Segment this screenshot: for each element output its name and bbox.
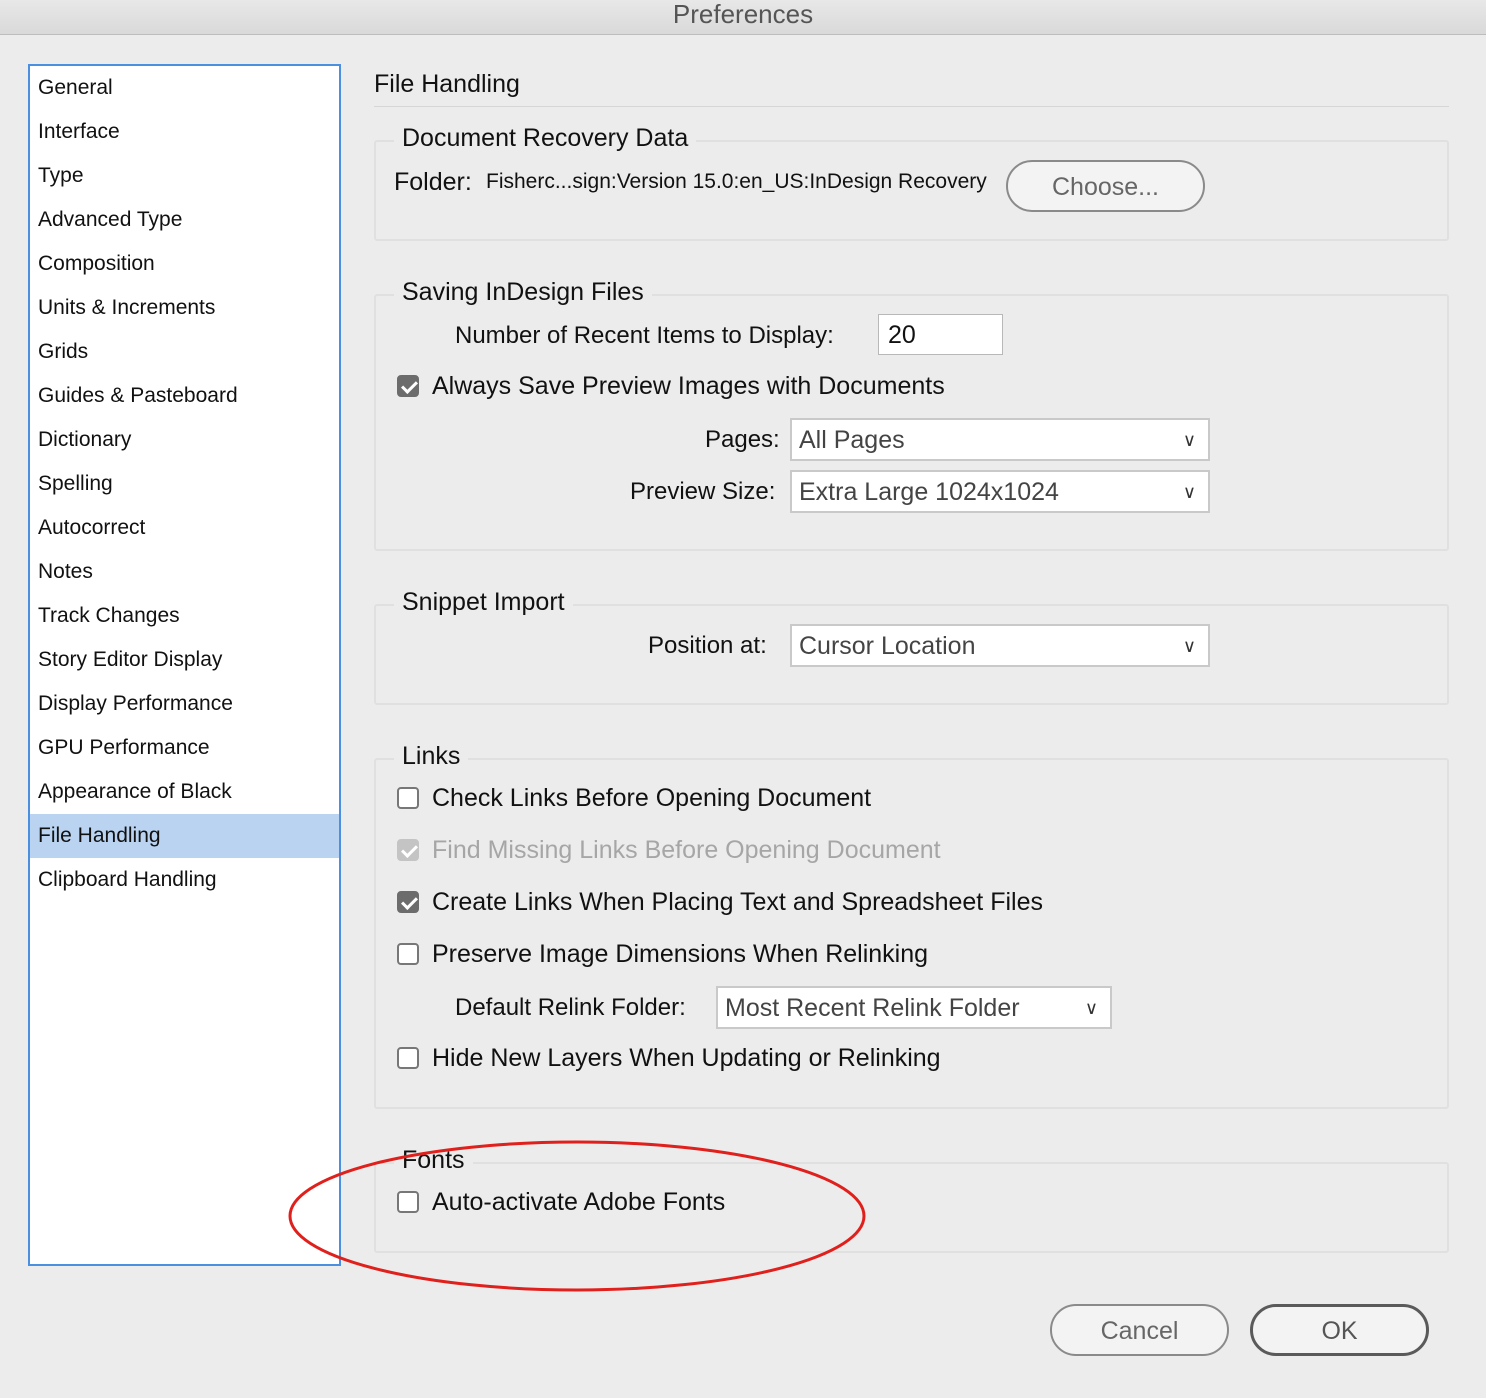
sidebar-item[interactable]: Dictionary <box>30 418 339 462</box>
sidebar-item[interactable]: Grids <box>30 330 339 374</box>
sidebar-item[interactable]: Type <box>30 154 339 198</box>
save-preview-label: Always Save Preview Images with Document… <box>432 372 945 400</box>
sidebar-item[interactable]: Track Changes <box>30 594 339 638</box>
saving-legend: Saving InDesign Files <box>394 278 652 307</box>
save-preview-checkbox[interactable] <box>397 375 419 397</box>
create-links-checkbox[interactable] <box>397 891 419 913</box>
relink-folder-value: Most Recent Relink Folder <box>725 994 1020 1022</box>
folder-label: Folder: <box>394 168 472 196</box>
preserve-dims-checkbox[interactable] <box>397 943 419 965</box>
sidebar-item[interactable]: Clipboard Handling <box>30 858 339 902</box>
sidebar-item[interactable]: Notes <box>30 550 339 594</box>
check-links-label: Check Links Before Opening Document <box>432 784 872 812</box>
sidebar-item[interactable]: Guides & Pasteboard <box>30 374 339 418</box>
position-select[interactable]: Cursor Location ∨ <box>790 624 1210 667</box>
snippet-legend: Snippet Import <box>394 588 573 617</box>
sidebar-item[interactable]: Display Performance <box>30 682 339 726</box>
sidebar-item[interactable]: Story Editor Display <box>30 638 339 682</box>
sidebar-item[interactable]: GPU Performance <box>30 726 339 770</box>
relink-folder-label: Default Relink Folder: <box>455 994 686 1021</box>
pages-value: All Pages <box>799 426 905 454</box>
sidebar-item[interactable]: File Handling <box>30 814 339 858</box>
links-legend: Links <box>394 742 469 771</box>
sidebar-item[interactable]: Units & Increments <box>30 286 339 330</box>
relink-folder-select[interactable]: Most Recent Relink Folder ∨ <box>716 986 1112 1029</box>
sidebar-item[interactable]: Spelling <box>30 462 339 506</box>
ok-button[interactable]: OK <box>1250 1304 1429 1356</box>
window-title: Preferences <box>672 0 814 29</box>
sidebar-item[interactable]: General <box>30 66 339 110</box>
position-label: Position at: <box>648 632 767 659</box>
preview-size-value: Extra Large 1024x1024 <box>799 478 1059 506</box>
page-title: File Handling <box>374 70 520 98</box>
chevron-down-icon: ∨ <box>1182 430 1196 450</box>
title-divider <box>374 106 1449 107</box>
pages-label: Pages: <box>705 426 780 453</box>
sidebar-item[interactable]: Appearance of Black <box>30 770 339 814</box>
hide-layers-checkbox[interactable] <box>397 1047 419 1069</box>
chevron-down-icon: ∨ <box>1182 482 1196 502</box>
sidebar-item[interactable]: Composition <box>30 242 339 286</box>
find-missing-label: Find Missing Links Before Opening Docume… <box>432 836 941 864</box>
sidebar-item[interactable]: Advanced Type <box>30 198 339 242</box>
position-value: Cursor Location <box>799 632 976 660</box>
sidebar-item[interactable]: Interface <box>30 110 339 154</box>
folder-path: Fisherc...sign:Version 15.0:en_US:InDesi… <box>486 170 987 193</box>
choose-button[interactable]: Choose... <box>1006 160 1205 212</box>
annotation-ellipse <box>288 1140 866 1292</box>
hide-layers-label: Hide New Layers When Updating or Relinki… <box>432 1044 941 1072</box>
recent-items-input[interactable]: 20 <box>878 314 1003 355</box>
recovery-legend: Document Recovery Data <box>394 124 697 153</box>
check-links-checkbox[interactable] <box>397 787 419 809</box>
preserve-dims-label: Preserve Image Dimensions When Relinking <box>432 940 929 968</box>
sidebar-item[interactable]: Autocorrect <box>30 506 339 550</box>
preview-size-select[interactable]: Extra Large 1024x1024 ∨ <box>790 470 1210 513</box>
preview-size-label: Preview Size: <box>630 478 776 505</box>
create-links-label: Create Links When Placing Text and Sprea… <box>432 888 1043 916</box>
cancel-button[interactable]: Cancel <box>1050 1304 1229 1356</box>
find-missing-checkbox[interactable] <box>397 839 419 861</box>
preferences-sidebar: General Interface Type Advanced Type Composi… <box>28 64 341 1266</box>
recent-items-label: Number of Recent Items to Display: <box>455 322 834 349</box>
chevron-down-icon: ∨ <box>1182 636 1196 656</box>
chevron-down-icon: ∨ <box>1084 998 1098 1018</box>
pages-select[interactable]: All Pages ∨ <box>790 418 1210 461</box>
title-bar: Preferences <box>0 0 1486 35</box>
